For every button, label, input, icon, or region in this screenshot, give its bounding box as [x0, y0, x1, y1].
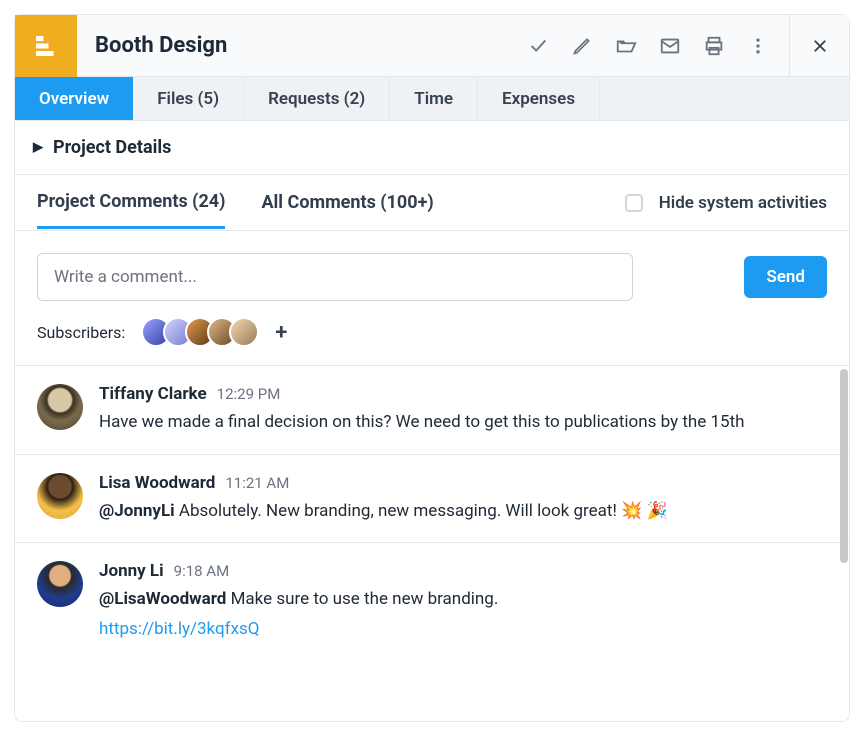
avatar[interactable] [37, 473, 83, 519]
project-panel: Booth Design Overview [14, 14, 850, 722]
comment-text: Have we made a final decision on this? W… [99, 410, 827, 436]
panel-header: Booth Design [15, 15, 849, 77]
comment-item: Lisa Woodward 11:21 AM @JonnyLi Absolute… [15, 455, 849, 544]
more-icon[interactable] [743, 31, 773, 61]
subscribers-row: Subscribers: + [15, 309, 849, 366]
comment-time: 9:18 AM [174, 562, 230, 580]
comment-item: Jonny Li 9:18 AM @LisaWoodward Make sure… [15, 543, 849, 660]
chevron-right-icon: ▶ [33, 140, 43, 155]
hide-system-label: Hide system activities [659, 193, 827, 213]
header-actions [523, 31, 779, 61]
comment-input[interactable]: Write a comment... [37, 253, 633, 301]
hide-system-checkbox[interactable] [625, 194, 643, 212]
comment-placeholder: Write a comment... [54, 267, 197, 287]
mention[interactable]: @LisaWoodward [99, 589, 226, 609]
project-details-expander[interactable]: ▶ Project Details [15, 121, 849, 175]
comment-text: @JonnyLi Absolutely. New branding, new m… [99, 499, 827, 525]
compose-row: Write a comment... Send [15, 231, 849, 309]
print-icon[interactable] [699, 31, 729, 61]
primary-tabs: Overview Files (5) Requests (2) Time Exp… [15, 77, 849, 121]
subscribers-label: Subscribers: [37, 323, 125, 342]
tab-files[interactable]: Files (5) [133, 77, 244, 120]
subscriber-avatars [141, 317, 259, 347]
comments-list: Tiffany Clarke 12:29 PM Have we made a f… [15, 366, 849, 721]
send-button[interactable]: Send [744, 256, 827, 298]
tab-overview[interactable]: Overview [15, 77, 133, 120]
avatar[interactable] [229, 317, 259, 347]
mail-icon[interactable] [655, 31, 685, 61]
complete-icon[interactable] [523, 31, 553, 61]
comment-item: Tiffany Clarke 12:29 PM Have we made a f… [15, 366, 849, 455]
comment-time: 12:29 PM [217, 385, 281, 403]
folder-icon[interactable] [611, 31, 641, 61]
avatar[interactable] [37, 561, 83, 607]
project-details-label: Project Details [53, 137, 171, 158]
avatar[interactable] [37, 384, 83, 430]
project-icon [15, 15, 77, 77]
add-subscriber-button[interactable]: + [275, 320, 287, 345]
tab-time[interactable]: Time [390, 77, 478, 120]
tab-requests[interactable]: Requests (2) [244, 77, 390, 120]
mention[interactable]: @JonnyLi [99, 501, 175, 521]
comment-time: 11:21 AM [225, 474, 289, 492]
scrollbar[interactable] [840, 369, 848, 563]
comment-text: @LisaWoodward Make sure to use the new b… [99, 587, 827, 642]
tab-project-comments[interactable]: Project Comments (24) [37, 191, 225, 229]
tab-expenses[interactable]: Expenses [478, 77, 600, 120]
page-title: Booth Design [77, 33, 523, 58]
comment-author: Lisa Woodward [99, 473, 215, 493]
edit-icon[interactable] [567, 31, 597, 61]
comment-author: Tiffany Clarke [99, 384, 207, 404]
close-button[interactable] [789, 15, 849, 77]
tab-all-comments[interactable]: All Comments (100+) [261, 192, 433, 227]
comment-filter-row: Project Comments (24) All Comments (100+… [15, 175, 849, 231]
comment-link[interactable]: https://bit.ly/3kqfxsQ [99, 617, 260, 643]
comment-author: Jonny Li [99, 561, 164, 581]
